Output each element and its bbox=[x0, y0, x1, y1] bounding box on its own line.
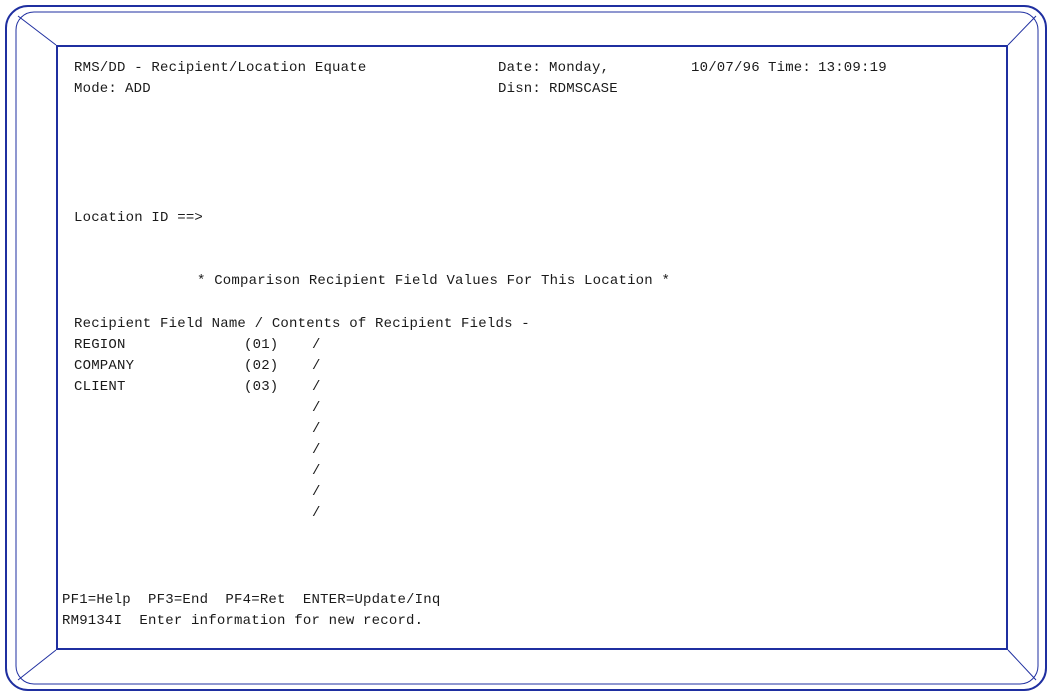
comparison-heading: * Comparison Recipient Field Values For … bbox=[197, 273, 671, 289]
date-value: 10/07/96 bbox=[691, 60, 760, 76]
field-contents-input[interactable] bbox=[330, 442, 930, 457]
field-number: (02) bbox=[244, 358, 279, 374]
field-name: REGION bbox=[74, 337, 126, 353]
time-value: 13:09:19 bbox=[818, 60, 887, 76]
field-separator: / bbox=[312, 442, 321, 458]
field-contents-input[interactable] bbox=[330, 505, 930, 520]
field-contents-input[interactable] bbox=[330, 421, 930, 436]
field-name: CLIENT bbox=[74, 379, 126, 395]
field-separator: / bbox=[312, 358, 321, 374]
field-separator: / bbox=[312, 505, 321, 521]
field-separator: / bbox=[312, 400, 321, 416]
field-contents-input[interactable] bbox=[330, 337, 930, 352]
field-name: COMPANY bbox=[74, 358, 135, 374]
location-id-input[interactable] bbox=[208, 210, 328, 225]
field-separator: / bbox=[312, 463, 321, 479]
mode-value: ADD bbox=[125, 81, 151, 97]
pf-key-legend: PF1=Help PF3=End PF4=Ret ENTER=Update/In… bbox=[62, 592, 441, 608]
terminal-screen: RMS/DD - Recipient/Location Equate Date:… bbox=[56, 45, 1008, 650]
field-contents-input[interactable] bbox=[330, 358, 930, 373]
screen-title: RMS/DD - Recipient/Location Equate bbox=[74, 60, 367, 76]
field-contents-input[interactable] bbox=[330, 484, 930, 499]
day-value: Monday, bbox=[549, 60, 610, 76]
disn-label: Disn: bbox=[498, 81, 542, 97]
time-label: Time: bbox=[768, 60, 812, 76]
field-number: (03) bbox=[244, 379, 279, 395]
location-id-label: Location ID ==> bbox=[74, 210, 204, 226]
mode-label: Mode: bbox=[74, 81, 118, 97]
recipient-table-header: Recipient Field Name / Contents of Recip… bbox=[74, 316, 530, 332]
field-contents-input[interactable] bbox=[330, 463, 930, 478]
date-label: Date: bbox=[498, 60, 542, 76]
field-separator: / bbox=[312, 421, 321, 437]
status-message: RM9134I Enter information for new record… bbox=[62, 613, 424, 629]
field-separator: / bbox=[312, 337, 321, 353]
disn-value: RDMSCASE bbox=[549, 81, 618, 97]
field-separator: / bbox=[312, 484, 321, 500]
field-contents-input[interactable] bbox=[330, 379, 930, 394]
field-separator: / bbox=[312, 379, 321, 395]
field-number: (01) bbox=[244, 337, 279, 353]
field-contents-input[interactable] bbox=[330, 400, 930, 415]
